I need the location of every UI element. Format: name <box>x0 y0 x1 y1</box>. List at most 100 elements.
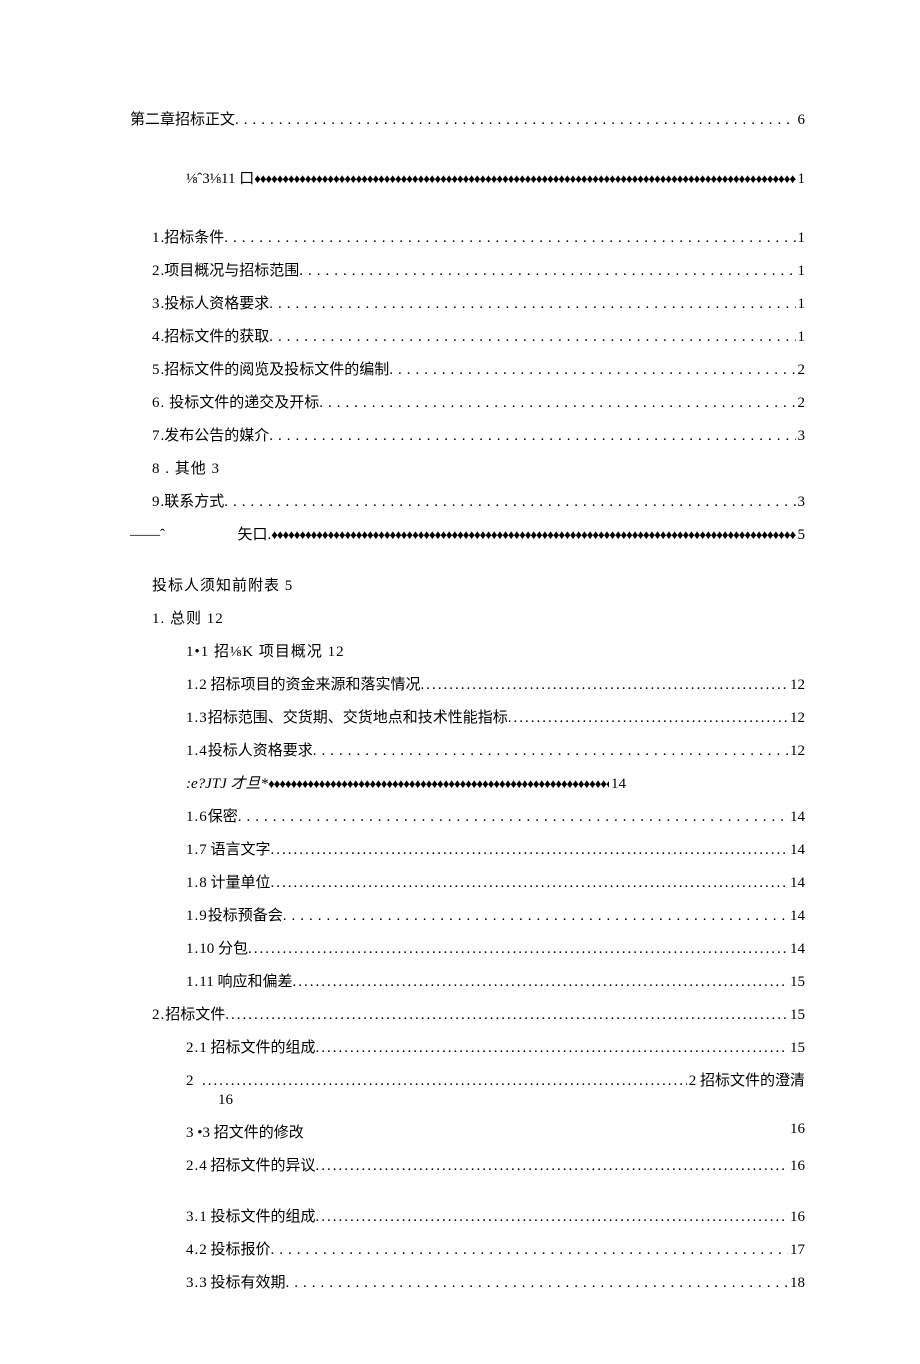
toc-page: 16 <box>788 1158 805 1175</box>
toc-item-5: 5 . 招标文件的阅览及投标文件的编制 2 <box>130 358 805 379</box>
toc-page: 16 <box>790 1121 805 1142</box>
toc-label: 8 计量单位 <box>199 871 270 892</box>
toc-num: 2. <box>186 1158 199 1175</box>
toc-page: 14 <box>788 842 805 859</box>
toc-leader <box>248 941 788 958</box>
toc-item-2: 2 . 项目概况与招标范围 1 <box>130 259 805 280</box>
toc-leader <box>313 743 788 760</box>
toc-num: 4. <box>186 1242 199 1259</box>
toc-item-3-3: 3. 3 投标有效期 18 <box>130 1271 805 1292</box>
toc-leader <box>283 908 788 925</box>
toc-page: 12 <box>788 677 805 694</box>
toc-page: 14 <box>788 941 805 958</box>
toc-num: 2 <box>186 1073 195 1090</box>
toc-label: 1 招标文件的组成 <box>199 1036 315 1057</box>
toc-page: 5 <box>796 527 806 544</box>
toc-label: 11 响应和偏差 <box>199 970 292 991</box>
toc-label: 第二章招标正文 <box>130 108 235 129</box>
toc-leader <box>292 974 788 991</box>
toc-page: 1 <box>796 230 806 247</box>
toc-leader <box>271 875 788 892</box>
toc-num: 1.6 <box>186 809 208 826</box>
toc-page: 12 <box>788 710 805 727</box>
toc-leader <box>269 428 795 445</box>
toc-leader-diamond <box>254 171 795 187</box>
toc-page: 12 <box>788 743 805 760</box>
toc-leader-diamond <box>271 527 795 543</box>
toc-item-2-2-line1: 2 2 招标文件的澄清 <box>130 1069 805 1090</box>
toc-num: 1. <box>186 941 199 958</box>
toc-num: 1.4 <box>186 743 208 760</box>
toc-leader <box>202 1073 687 1090</box>
toc-label: 保密 <box>208 805 238 826</box>
toc-page: 2 <box>796 395 806 412</box>
toc-leader <box>389 362 795 379</box>
toc-label: 投标人资格要求 <box>164 292 269 313</box>
toc-item-1-3: 1.3 招标范围、交货期、交货地点和技术性能指标 12 <box>130 706 805 727</box>
toc-page: 15 <box>788 974 805 991</box>
toc-leader <box>271 1242 788 1259</box>
toc-label: 联系方式 <box>164 490 224 511</box>
toc-item-1-11: 1. 11 响应和偏差 15 <box>130 970 805 991</box>
toc-page: 1 <box>796 263 806 280</box>
toc-page: 16 <box>788 1209 805 1226</box>
toc-page: 1 <box>796 171 806 188</box>
toc-item-3-1: 3. 1 投标文件的组成 16 <box>130 1205 805 1226</box>
toc-num: 6 <box>152 395 161 412</box>
toc-num: 1.3 <box>186 710 208 727</box>
toc-page: 18 <box>788 1275 805 1292</box>
toc-num: 9 <box>152 494 161 511</box>
toc-num: 3 <box>152 296 161 313</box>
document-page: 第二章招标正文 6 ⅛ˆ3⅛11 口 1 1 . 招标条件 1 2 . 项目概况… <box>0 0 920 1364</box>
toc-item-2-2-line2: 16 <box>130 1092 805 1109</box>
toc-item-1-8: 1. 8 计量单位 14 <box>130 871 805 892</box>
toc-num: 1. <box>186 875 199 892</box>
toc-garbled-1-5: :e?JTJ 才旦* 14 <box>130 772 626 793</box>
toc-label: 发布公告的媒介 <box>164 424 269 445</box>
spacer <box>195 1073 203 1090</box>
toc-leader <box>316 1158 788 1175</box>
toc-item-1-7: 1. 7 语言文字 14 <box>130 838 805 859</box>
toc-page: 2 <box>796 362 806 379</box>
toc-garbled-1: ⅛ˆ3⅛11 口 1 <box>130 167 805 188</box>
toc-label: 1 投标文件的组成 <box>199 1205 315 1226</box>
toc-section-2: 2. 招标文件 15 <box>130 1003 805 1024</box>
toc-label: 3 投标有效期 <box>199 1271 285 1292</box>
toc-page: 1 <box>796 329 806 346</box>
toc-leader <box>224 230 795 247</box>
toc-pre: ——ˆ <box>130 527 165 544</box>
toc-item-3: 3 . 投标人资格要求 1 <box>130 292 805 313</box>
toc-left: 3 •3 招文件的修改 <box>186 1121 304 1142</box>
toc-item-1-1: 1•1 招⅛K 项目概况 12 <box>130 640 805 661</box>
toc-item-2-1: 2. 1 招标文件的组成 15 <box>130 1036 805 1057</box>
toc-label: 项目概况与招标范围 <box>164 259 299 280</box>
toc-label: 招标文件的获取 <box>164 325 269 346</box>
toc-page: 15 <box>788 1007 805 1024</box>
toc-page: 3 <box>796 494 806 511</box>
toc-num: 7 <box>152 428 161 445</box>
toc-page: 14 <box>788 809 805 826</box>
toc-leader <box>269 296 795 313</box>
toc-leader-diamond <box>268 776 609 792</box>
toc-label: 招标条件 <box>164 226 224 247</box>
toc-label: 矢口. <box>237 523 271 544</box>
toc-label: 招标文件 <box>165 1003 225 1024</box>
toc-page: 17 <box>788 1242 805 1259</box>
toc-section-1: 1. 总则 12 <box>130 607 805 628</box>
toc-item-4: 4 . 招标文件的获取 1 <box>130 325 805 346</box>
toc-num: 1.9 <box>186 908 208 925</box>
toc-num: 4 <box>152 329 161 346</box>
toc-leader <box>238 809 788 826</box>
toc-label: 招标文件的阅览及投标文件的编制 <box>164 358 389 379</box>
toc-label: ⅛ˆ3⅛11 口 <box>186 167 254 188</box>
toc-page: 14 <box>788 908 805 925</box>
toc-num: 1. <box>186 974 199 991</box>
toc-page: 1 <box>796 296 806 313</box>
toc-leader <box>271 842 788 859</box>
toc-label: 4 招标文件的异议 <box>199 1154 315 1175</box>
toc-item-8: 8 . 其他 3 <box>130 457 805 478</box>
toc-item-1-4: 1.4 投标人资格要求 12 <box>130 739 805 760</box>
toc-num: 1. <box>186 677 199 694</box>
toc-num: 1. <box>186 842 199 859</box>
toc-num: 2 <box>152 263 161 280</box>
